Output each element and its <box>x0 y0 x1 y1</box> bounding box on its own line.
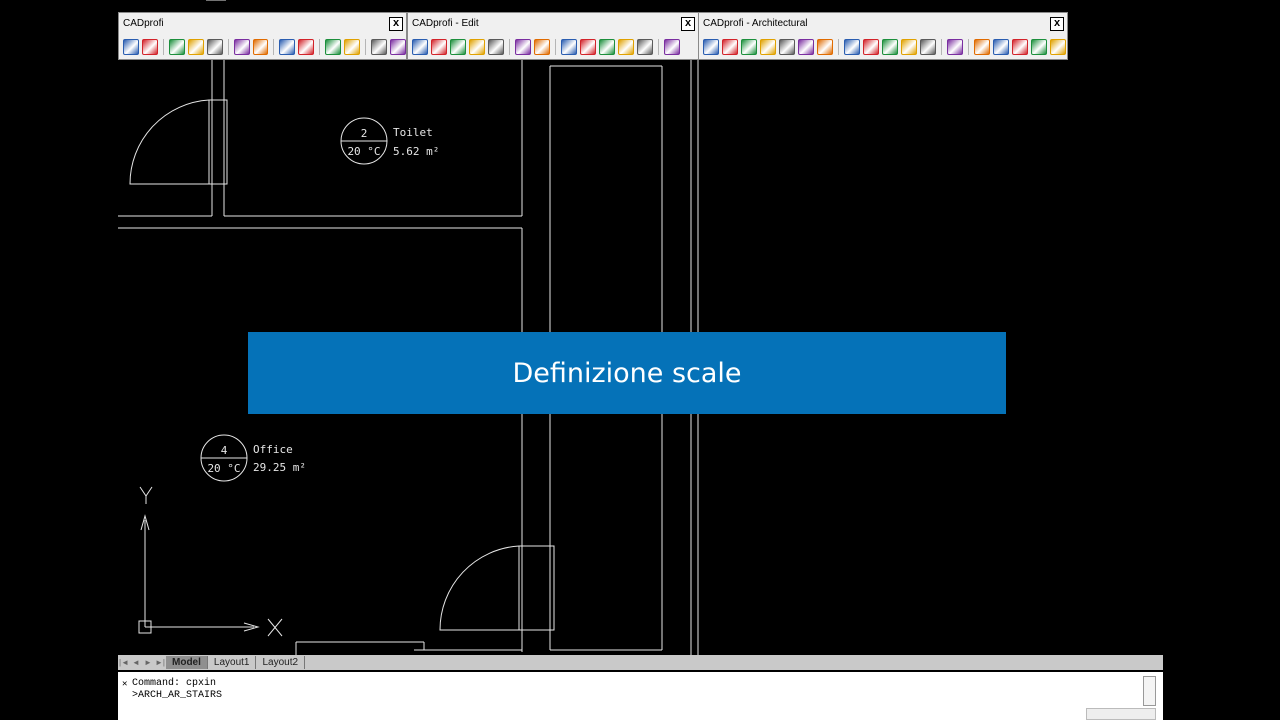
room1-name: Toilet <box>393 126 433 139</box>
block-icon[interactable] <box>233 39 250 55</box>
info-icon[interactable] <box>947 39 963 55</box>
command-line[interactable]: ✕ Command: cpxin >ARCH_AR_STAIRS <box>118 672 1163 720</box>
layers-icon[interactable] <box>168 39 185 55</box>
table-icon[interactable] <box>863 39 879 55</box>
toolbar-separator <box>658 39 659 55</box>
room1-temperature: 20 °C <box>347 145 380 158</box>
toolbar-icons <box>699 35 1067 59</box>
close-icon[interactable]: x <box>681 17 695 31</box>
dimension-icon[interactable] <box>993 39 1009 55</box>
cad-window: 2 20 °C Toilet 5.62 m² 4 20 °C Office 29… <box>0 0 1280 720</box>
toolbar-title-text: CADprofi - Architectural <box>703 18 808 29</box>
pipe-icon[interactable] <box>618 39 634 55</box>
toolbar-separator <box>555 39 556 55</box>
door-icon[interactable] <box>817 39 833 55</box>
command-current: >ARCH_AR_STAIRS <box>132 690 223 701</box>
last-tab-icon[interactable]: ►| <box>154 658 166 667</box>
toolbar-icons <box>408 35 698 59</box>
toolbar-title: CADprofi x <box>119 13 406 35</box>
toolbar-separator <box>941 39 942 55</box>
measure-icon[interactable] <box>664 39 680 55</box>
help-icon[interactable] <box>390 39 406 55</box>
toolbar-separator <box>273 39 275 55</box>
horizontal-scrollbar[interactable] <box>1086 708 1156 720</box>
next-tab-icon[interactable]: ► <box>142 658 154 667</box>
tab-model[interactable]: Model <box>166 656 208 669</box>
command-scrollbar[interactable] <box>1143 676 1156 706</box>
layout-tabs-bar: |◄ ◄ ► ►| Model Layout1 Layout2 <box>118 655 1163 670</box>
target-icon[interactable] <box>920 39 936 55</box>
toolbar-title-text: CADprofi - Edit <box>412 18 479 29</box>
toolbar-separator <box>365 39 367 55</box>
edit-icon[interactable] <box>488 39 504 55</box>
settings-icon[interactable] <box>344 39 361 55</box>
banner-text: Definizione scale <box>512 357 742 389</box>
room2-number: 4 <box>221 444 228 457</box>
line-icon[interactable] <box>325 39 342 55</box>
toolbar-separator <box>509 39 510 55</box>
edit-icon[interactable] <box>412 39 428 55</box>
dimension-icon[interactable] <box>1012 39 1028 55</box>
toolbar-cadprofi-edit: CADprofi - Edit x <box>407 12 699 60</box>
toolbar-title-text: CADprofi <box>123 18 164 29</box>
dimension-icon[interactable] <box>1031 39 1047 55</box>
dimension-icon[interactable] <box>1050 39 1066 55</box>
arrow-right-icon[interactable] <box>974 39 990 55</box>
drawing-canvas[interactable]: 2 20 °C Toilet 5.62 m² 4 20 °C Office 29… <box>118 0 1163 655</box>
toolbar-title: CADprofi - Edit x <box>408 13 698 35</box>
compass-icon[interactable] <box>844 39 860 55</box>
toolbar-separator <box>838 39 839 55</box>
room2-name: Office <box>253 443 293 456</box>
stairs-icon[interactable] <box>760 39 776 55</box>
ucs-y-label: Y <box>118 0 119 1</box>
copy-icon[interactable] <box>141 39 158 55</box>
edit-icon[interactable] <box>469 39 485 55</box>
arrow-icon[interactable] <box>901 39 917 55</box>
command-history: Command: cpxin <box>132 678 217 689</box>
text-icon[interactable] <box>187 39 204 55</box>
title-banner: Definizione scale <box>248 332 1006 414</box>
diamond-icon[interactable] <box>298 39 315 55</box>
prev-tab-icon[interactable]: ◄ <box>130 658 142 667</box>
toolbar-separator <box>319 39 321 55</box>
pipe-icon[interactable] <box>561 39 577 55</box>
tab-layout2[interactable]: Layout2 <box>256 656 306 669</box>
level-icon[interactable] <box>882 39 898 55</box>
edit-icon[interactable] <box>450 39 466 55</box>
edit-icon[interactable] <box>515 39 531 55</box>
fitting-icon[interactable] <box>599 39 615 55</box>
info-icon[interactable] <box>206 39 223 55</box>
wall-icon[interactable] <box>703 39 719 55</box>
symbol-icon[interactable] <box>252 39 269 55</box>
brick-icon[interactable] <box>779 39 795 55</box>
toolbar-cadprofi-architectural: CADprofi - Architectural x <box>698 12 1068 60</box>
toolbar-separator <box>162 39 164 55</box>
close-icon[interactable]: ✕ <box>122 679 127 689</box>
pipe-icon[interactable] <box>580 39 596 55</box>
room2-area: 29.25 m² <box>253 461 306 474</box>
tab-layout1[interactable]: Layout1 <box>208 656 257 669</box>
close-icon[interactable]: x <box>1050 17 1064 31</box>
window-icon[interactable] <box>741 39 757 55</box>
door-icon[interactable] <box>371 39 388 55</box>
edit-icon[interactable] <box>431 39 447 55</box>
edit-icon[interactable] <box>534 39 550 55</box>
floor-plan-drawing: 2 20 °C Toilet 5.62 m² 4 20 °C Office 29… <box>118 0 699 655</box>
first-tab-icon[interactable]: |◄ <box>118 658 130 667</box>
toolbar-separator <box>968 39 969 55</box>
toolbar-title: CADprofi - Architectural x <box>699 13 1067 35</box>
new-icon[interactable] <box>123 39 139 55</box>
table-icon[interactable] <box>279 39 296 55</box>
toolbar-cadprofi: CADprofi x <box>118 12 407 60</box>
room1-number: 2 <box>361 127 368 140</box>
toolbar-icons <box>119 35 406 59</box>
room1-area: 5.62 m² <box>393 145 439 158</box>
hatch-icon[interactable] <box>722 39 738 55</box>
furniture-icon[interactable] <box>798 39 814 55</box>
close-icon[interactable]: x <box>389 17 403 31</box>
toolbar-separator <box>227 39 229 55</box>
room2-temperature: 20 °C <box>207 462 240 475</box>
pipe-icon[interactable] <box>637 39 653 55</box>
